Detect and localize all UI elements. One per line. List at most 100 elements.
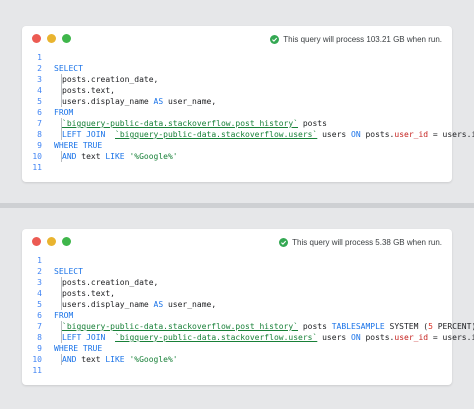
sql-keyword: LEFT JOIN xyxy=(62,333,106,342)
line-number: 6 xyxy=(37,108,42,117)
code-text: posts.creation_date, xyxy=(60,277,159,288)
code-text: = users.id xyxy=(432,333,474,342)
code-line: 11 xyxy=(22,162,452,173)
code-line: 6 FROM xyxy=(22,107,452,118)
code-line: 3 posts.creation_date, xyxy=(22,74,452,85)
line-number: 2 xyxy=(37,267,42,276)
sql-keyword: FROM xyxy=(54,108,74,117)
line-number: 4 xyxy=(37,86,42,95)
line-number: 3 xyxy=(37,278,42,287)
code-line: 9 WHERE TRUE xyxy=(22,140,452,151)
close-window-button[interactable] xyxy=(32,34,41,43)
code-text: = users.id xyxy=(432,130,474,139)
code-line: 9 WHERE TRUE xyxy=(22,343,452,354)
minimize-window-button[interactable] xyxy=(47,237,56,246)
code-text: users.display_name xyxy=(62,300,154,309)
table-reference: `bigquery-public-data.stackoverflow.user… xyxy=(115,333,318,342)
minimize-window-button[interactable] xyxy=(47,34,56,43)
line-number: 11 xyxy=(32,366,42,375)
code-line: 5 users.display_name AS user_name, xyxy=(22,96,452,107)
line-number: 11 xyxy=(32,163,42,172)
status-text: This query will process 103.21 GB when r… xyxy=(283,34,442,44)
code-line: 2 SELECT xyxy=(22,63,452,74)
string-literal: '%Google%' xyxy=(124,355,178,364)
check-circle-icon xyxy=(270,34,280,44)
code-line: 1 xyxy=(22,52,452,63)
line-number: 4 xyxy=(37,289,42,298)
line-number: 8 xyxy=(37,130,42,139)
window-titlebar: This query will process 5.38 GB when run… xyxy=(22,229,452,255)
code-text: posts. xyxy=(360,130,395,139)
code-line: 10 AND text LIKE '%Google%' xyxy=(22,354,452,365)
line-number: 7 xyxy=(37,322,42,331)
line-number: 10 xyxy=(32,355,42,364)
code-text: posts.text, xyxy=(61,288,115,299)
line-number: 8 xyxy=(37,333,42,342)
code-text: users xyxy=(317,333,352,342)
maximize-window-button[interactable] xyxy=(62,237,71,246)
status-text: This query will process 5.38 GB when run… xyxy=(292,237,442,247)
line-number: 7 xyxy=(37,119,42,128)
code-line: 10 AND text LIKE '%Google%' xyxy=(22,151,452,162)
sql-keyword: LEFT JOIN xyxy=(62,130,106,139)
code-line: 3 posts.creation_date, xyxy=(22,277,452,288)
code-text: text xyxy=(76,152,106,161)
code-line: 4 posts.text, xyxy=(22,85,452,96)
code-line: 8 LEFT JOIN `bigquery-public-data.stackov… xyxy=(22,332,474,343)
code-text: posts xyxy=(298,322,332,331)
code-line: 1 xyxy=(22,255,452,266)
table-reference: `bigquery-public-data.stackoverflow.post… xyxy=(62,322,299,331)
close-window-button[interactable] xyxy=(32,237,41,246)
code-text: users xyxy=(317,130,352,139)
line-number: 5 xyxy=(37,300,42,309)
sql-keyword: SELECT xyxy=(54,267,83,276)
section-divider xyxy=(0,203,474,208)
code-text: posts. xyxy=(360,333,395,342)
code-text: user_name, xyxy=(163,97,217,106)
code-line: 4 posts.text, xyxy=(22,288,452,299)
code-line: 6 FROM xyxy=(22,310,452,321)
maximize-window-button[interactable] xyxy=(62,34,71,43)
query-editor-card-2: This query will process 5.38 GB when run… xyxy=(22,229,474,385)
line-number: 9 xyxy=(37,141,42,150)
sql-editor[interactable]: 1 2 SELECT 3 posts.creation_date, 4 posts.t… xyxy=(22,52,474,173)
sql-keyword: AND xyxy=(62,152,77,161)
code-line: 7 `bigquery-public-data.stackoverflow.pos… xyxy=(22,321,474,332)
code-text: posts.text, xyxy=(61,85,115,96)
line-number: 10 xyxy=(32,152,42,161)
string-literal: '%Google%' xyxy=(124,152,178,161)
code-line: 8 LEFT JOIN `bigquery-public-data.stackov… xyxy=(22,129,474,140)
sql-keyword: TABLESAMPLE xyxy=(331,322,385,331)
code-text: users.display_name xyxy=(62,97,154,106)
column-reference: user_id xyxy=(394,333,429,342)
code-text: user_name, xyxy=(163,300,217,309)
line-number: 1 xyxy=(37,53,42,62)
code-line: 2 SELECT xyxy=(22,266,452,277)
line-number: 9 xyxy=(37,344,42,353)
sql-keyword: LIKE xyxy=(105,355,125,364)
code-line: 5 users.display_name AS user_name, xyxy=(22,299,452,310)
sql-editor[interactable]: 1 2 SELECT 3 posts.creation_date, 4 posts.t… xyxy=(22,255,474,376)
sql-keyword: AS xyxy=(153,97,164,106)
code-text: PERCENT) xyxy=(432,322,474,331)
code-text: posts.creation_date, xyxy=(60,74,159,85)
sql-keyword: ON xyxy=(351,130,361,139)
line-number: 6 xyxy=(37,311,42,320)
sql-keyword: FROM xyxy=(54,311,74,320)
column-reference: user_id xyxy=(394,130,429,139)
query-validator-status: This query will process 5.38 GB when run… xyxy=(279,235,442,249)
sql-keyword: ON xyxy=(351,333,361,342)
sql-keyword: WHERE TRUE xyxy=(54,141,103,150)
sql-keyword: AS xyxy=(153,300,164,309)
sql-keyword: AND xyxy=(62,355,77,364)
code-text: text xyxy=(76,355,106,364)
line-number: 5 xyxy=(37,97,42,106)
sql-keyword: SELECT xyxy=(54,64,83,73)
query-editor-card-1: This query will process 103.21 GB when r… xyxy=(22,26,474,182)
code-text: SYSTEM ( xyxy=(384,322,429,331)
line-number: 3 xyxy=(37,75,42,84)
table-reference: `bigquery-public-data.stackoverflow.post… xyxy=(62,119,299,128)
code-line: 11 xyxy=(22,365,452,376)
line-number: 1 xyxy=(37,256,42,265)
query-validator-status: This query will process 103.21 GB when r… xyxy=(270,32,442,46)
